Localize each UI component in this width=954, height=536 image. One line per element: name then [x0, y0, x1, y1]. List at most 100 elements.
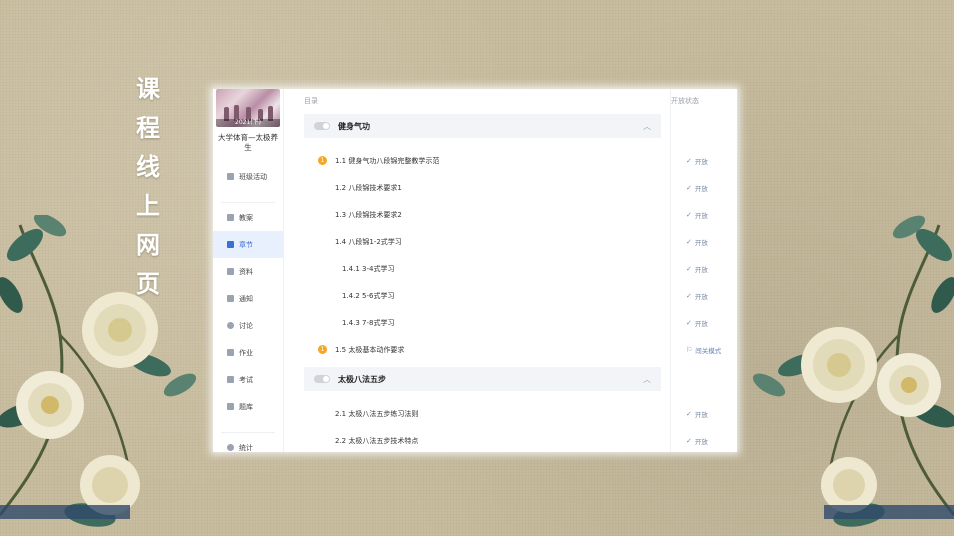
section-row[interactable]: 1.4.3 7-8式学习 ✓ 开放 [304, 309, 717, 336]
status-open[interactable]: ✓ 开放 [671, 156, 737, 166]
title-char: 程 [136, 113, 160, 142]
check-icon: ✓ [686, 237, 692, 246]
section-number: 1.1 [335, 156, 347, 165]
sidebar-item-label: 章节 [239, 240, 253, 249]
status-open[interactable]: ✓ 开放 [671, 183, 737, 193]
title-char: 页 [136, 269, 160, 298]
section-number: 1.4 [335, 237, 347, 246]
status-open[interactable]: ✓ 开放 [671, 318, 737, 328]
chapter-title: 健身气功 [338, 121, 370, 131]
status-open[interactable]: ✓ 开放 [671, 291, 737, 301]
status-open[interactable]: ✓ 开放 [671, 409, 737, 419]
toggle-switch[interactable] [314, 375, 330, 383]
section-title: 太极八法五步技术特点 [348, 436, 419, 445]
section-number: 2.1 [335, 409, 347, 418]
folder-icon [227, 268, 234, 275]
sidebar-item-lesson-plan[interactable]: 教案 [213, 204, 283, 231]
title-char: 网 [136, 230, 160, 259]
section-title: 3-4式学习 [362, 264, 395, 273]
section-number: 1.4.3 [342, 318, 360, 327]
section-row[interactable]: 2.1 太极八法五步练习法则 ✓ 开放 [304, 400, 717, 427]
check-icon: ✓ [686, 318, 692, 327]
exam-icon [227, 376, 234, 383]
speaker-icon [227, 295, 234, 302]
grid-icon [227, 173, 234, 180]
sidebar-item-statistics[interactable]: 统计 [213, 434, 283, 452]
section-title: 健身气功八段锦完整教学示范 [348, 156, 440, 165]
check-icon: ✓ [686, 409, 692, 418]
vertical-page-title: 课 程 线 上 网 页 [128, 74, 168, 298]
chevron-up-icon[interactable]: ︿ [643, 121, 651, 132]
toggle-switch[interactable] [314, 122, 330, 130]
section-row[interactable]: 1.3 八段锦技术要求2 ✓ 开放 [304, 201, 717, 228]
check-icon: ✓ [686, 264, 692, 273]
sidebar-item-label: 作业 [239, 348, 253, 357]
section-row[interactable]: 1 1.5 太极基本动作要求 ⚐ 闯关模式 [304, 336, 721, 363]
section-number: 1.4.2 [342, 291, 360, 300]
section-title: 7-8式学习 [362, 318, 395, 327]
title-char: 上 [136, 191, 160, 220]
section-row[interactable]: 2.2 太极八法五步技术特点 ✓ 开放 [304, 427, 717, 452]
sidebar-item-homework[interactable]: 作业 [213, 339, 283, 366]
title-char: 线 [136, 152, 160, 181]
status-open[interactable]: ✓ 开放 [671, 264, 737, 274]
section-row[interactable]: 1 1.1 健身气功八段锦完整教学示范 ✓ 开放 [304, 147, 717, 174]
document-icon [227, 214, 234, 221]
sidebar-item-label: 题库 [239, 402, 253, 411]
status-open[interactable]: ✓ 开放 [671, 237, 737, 247]
task-badge: 1 [318, 345, 327, 354]
section-number: 1.4.1 [342, 264, 360, 273]
chapter-title: 太极八法五步 [338, 374, 386, 384]
sidebar-item-label: 讨论 [239, 321, 253, 330]
check-icon: ✓ [686, 210, 692, 219]
section-row[interactable]: 1.4.2 5-6式学习 ✓ 开放 [304, 282, 717, 309]
sidebar-item-label: 考试 [239, 375, 253, 384]
sidebar-item-exam[interactable]: 考试 [213, 366, 283, 393]
chat-icon [227, 322, 234, 329]
status-open[interactable]: ✓ 开放 [671, 436, 737, 446]
sidebar-item-label: 通知 [239, 294, 253, 303]
course-image-caption: 2021(下) [216, 119, 280, 127]
pie-icon [227, 444, 234, 451]
chapter-header[interactable]: 健身气功 ︿ [304, 114, 661, 138]
section-title: 太极基本动作要求 [348, 345, 405, 354]
status-challenge-mode[interactable]: ⚐ 闯关模式 [671, 345, 737, 355]
section-title: 八段锦技术要求2 [348, 210, 402, 219]
catalog-header: 目录 [304, 97, 318, 105]
sidebar-item-class-activity[interactable]: 班级活动 [213, 163, 283, 190]
check-icon: ✓ [686, 291, 692, 300]
sidebar-item-label: 教案 [239, 213, 253, 222]
section-title: 八段锦1-2式学习 [348, 237, 402, 246]
section-title: 八段锦技术要求1 [348, 183, 402, 192]
chevron-up-icon[interactable]: ︿ [643, 374, 651, 385]
flag-icon: ⚐ [686, 345, 693, 354]
sidebar-item-materials[interactable]: 资料 [213, 258, 283, 285]
sidebar: 2021(下) 大学体育—太极养生 班级活动 教案 章节 资料 通知 讨论 作业… [213, 89, 284, 452]
status-open[interactable]: ✓ 开放 [671, 210, 737, 220]
section-row[interactable]: 1.4.1 3-4式学习 ✓ 开放 [304, 255, 717, 282]
check-icon: ✓ [686, 156, 692, 165]
section-title: 5-6式学习 [362, 291, 395, 300]
section-row[interactable]: 1.4 八段锦1-2式学习 ✓ 开放 [304, 228, 717, 255]
flower-decoration-right [752, 215, 954, 527]
check-icon: ✓ [686, 436, 692, 445]
section-number: 1.5 [335, 345, 347, 354]
section-number: 1.2 [335, 183, 347, 192]
course-window: 2021(下) 大学体育—太极养生 班级活动 教案 章节 资料 通知 讨论 作业… [213, 89, 737, 452]
title-char: 课 [136, 74, 160, 103]
list-header: 目录 开放状态 [304, 89, 717, 113]
section-number: 1.3 [335, 210, 347, 219]
edit-icon [227, 349, 234, 356]
sidebar-item-label: 资料 [239, 267, 253, 276]
sidebar-item-discussion[interactable]: 讨论 [213, 312, 283, 339]
sidebar-item-chapters[interactable]: 章节 [213, 231, 283, 258]
sidebar-item-question-bank[interactable]: 题库 [213, 393, 283, 420]
chapter-list: 目录 开放状态 健身气功 ︿ 1 1.1 健身气功八段锦完整教学示范 ✓ 开放 1… [284, 89, 737, 452]
course-cover-image[interactable]: 2021(下) [216, 89, 280, 127]
sidebar-item-notices[interactable]: 通知 [213, 285, 283, 312]
list-icon [227, 241, 234, 248]
section-row[interactable]: 1.2 八段锦技术要求1 ✓ 开放 [304, 174, 717, 201]
course-name: 大学体育—太极养生 [218, 133, 278, 152]
section-number: 2.2 [335, 436, 347, 445]
chapter-header[interactable]: 太极八法五步 ︿ [304, 367, 661, 391]
